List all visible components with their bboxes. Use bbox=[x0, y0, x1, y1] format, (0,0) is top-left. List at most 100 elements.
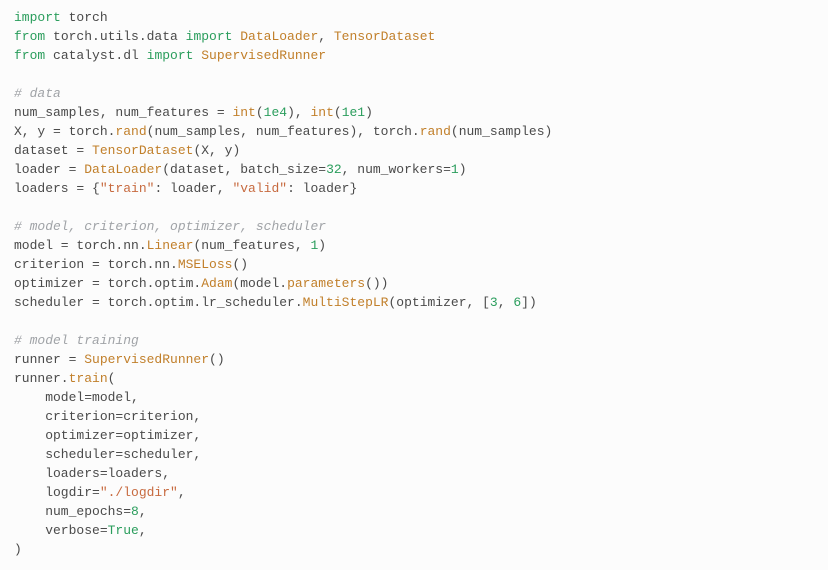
code-line: criterion = torch.nn.MSELoss() bbox=[14, 255, 814, 274]
code-token: (X, y) bbox=[193, 143, 240, 158]
code-token: rand bbox=[115, 124, 146, 139]
code-token: ) bbox=[459, 162, 467, 177]
code-token: Linear bbox=[147, 238, 194, 253]
code-token: 1 bbox=[451, 162, 459, 177]
code-token: ( bbox=[256, 105, 264, 120]
code-token: import bbox=[14, 10, 69, 25]
code-token: MSELoss bbox=[178, 257, 233, 272]
code-token: (optimizer, [ bbox=[388, 295, 489, 310]
code-token: "valid" bbox=[232, 181, 287, 196]
code-token: SupervisedRunner bbox=[201, 48, 326, 63]
code-token: () bbox=[209, 352, 225, 367]
code-token: 6 bbox=[513, 295, 521, 310]
code-line: optimizer=optimizer, bbox=[14, 426, 814, 445]
code-token: True bbox=[108, 523, 139, 538]
code-line bbox=[14, 65, 814, 84]
code-token: ), bbox=[287, 105, 310, 120]
code-line: verbose=True, bbox=[14, 521, 814, 540]
code-token: Adam bbox=[201, 276, 232, 291]
code-block: import torchfrom torch.utils.data import… bbox=[14, 8, 814, 559]
code-token: TensorDataset bbox=[92, 143, 193, 158]
code-token: logdir= bbox=[14, 485, 100, 500]
code-token: , bbox=[139, 504, 147, 519]
code-token: DataLoader bbox=[240, 29, 318, 44]
code-token: ) bbox=[14, 542, 22, 557]
code-line: dataset = TensorDataset(X, y) bbox=[14, 141, 814, 160]
code-token: 8 bbox=[131, 504, 139, 519]
code-token: : loader, bbox=[154, 181, 232, 196]
code-line bbox=[14, 312, 814, 331]
code-token: # data bbox=[14, 86, 61, 101]
code-token: ()) bbox=[365, 276, 388, 291]
code-token: parameters bbox=[287, 276, 365, 291]
code-token: , bbox=[178, 485, 186, 500]
code-line: # model, criterion, optimizer, scheduler bbox=[14, 217, 814, 236]
code-token: loader = bbox=[14, 162, 84, 177]
code-token: "train" bbox=[100, 181, 155, 196]
code-token: rand bbox=[420, 124, 451, 139]
code-token: verbose= bbox=[14, 523, 108, 538]
code-token: int bbox=[232, 105, 255, 120]
code-token: # model, criterion, optimizer, scheduler bbox=[14, 219, 326, 234]
code-line: runner = SupervisedRunner() bbox=[14, 350, 814, 369]
code-token: SupervisedRunner bbox=[84, 352, 209, 367]
code-token: criterion = torch.nn. bbox=[14, 257, 178, 272]
code-line: model = torch.nn.Linear(num_features, 1) bbox=[14, 236, 814, 255]
code-line: # data bbox=[14, 84, 814, 103]
code-line: runner.train( bbox=[14, 369, 814, 388]
code-token: , bbox=[318, 29, 334, 44]
code-line: # model training bbox=[14, 331, 814, 350]
code-token: torch bbox=[69, 10, 108, 25]
code-token: from bbox=[14, 48, 53, 63]
code-line: loaders = {"train": loader, "valid": loa… bbox=[14, 179, 814, 198]
code-token: DataLoader bbox=[84, 162, 162, 177]
code-token: 1e4 bbox=[264, 105, 287, 120]
code-token: torch.utils.data bbox=[53, 29, 186, 44]
code-token: 3 bbox=[490, 295, 498, 310]
code-line: from catalyst.dl import SupervisedRunner bbox=[14, 46, 814, 65]
code-token: (num_features, bbox=[193, 238, 310, 253]
code-line: from torch.utils.data import DataLoader,… bbox=[14, 27, 814, 46]
code-line: import torch bbox=[14, 8, 814, 27]
code-token: ]) bbox=[521, 295, 537, 310]
code-line: X, y = torch.rand(num_samples, num_featu… bbox=[14, 122, 814, 141]
code-token: num_samples, num_features = bbox=[14, 105, 232, 120]
code-token: scheduler = torch.optim.lr_scheduler. bbox=[14, 295, 303, 310]
code-line: num_samples, num_features = int(1e4), in… bbox=[14, 103, 814, 122]
code-token: 32 bbox=[326, 162, 342, 177]
code-token: loaders = { bbox=[14, 181, 100, 196]
code-token: runner. bbox=[14, 371, 69, 386]
code-token: MultiStepLR bbox=[303, 295, 389, 310]
code-line: logdir="./logdir", bbox=[14, 483, 814, 502]
code-token: (num_samples, num_features), torch. bbox=[147, 124, 420, 139]
code-line: ) bbox=[14, 540, 814, 559]
code-token: TensorDataset bbox=[334, 29, 435, 44]
code-token: runner = bbox=[14, 352, 84, 367]
code-token: ) bbox=[318, 238, 326, 253]
code-token: : loader} bbox=[287, 181, 357, 196]
code-token: ( bbox=[334, 105, 342, 120]
code-line: loader = DataLoader(dataset, batch_size=… bbox=[14, 160, 814, 179]
code-token: train bbox=[69, 371, 108, 386]
code-token: loaders=loaders, bbox=[14, 466, 170, 481]
code-token: (dataset, batch_size= bbox=[162, 162, 326, 177]
code-token: model=model, bbox=[14, 390, 139, 405]
code-token: , num_workers= bbox=[342, 162, 451, 177]
code-token: "./logdir" bbox=[100, 485, 178, 500]
code-line bbox=[14, 198, 814, 217]
code-token: scheduler=scheduler, bbox=[14, 447, 201, 462]
code-token: import bbox=[147, 48, 202, 63]
code-token: ) bbox=[365, 105, 373, 120]
code-token: optimizer = torch.optim. bbox=[14, 276, 201, 291]
code-token: criterion=criterion, bbox=[14, 409, 201, 424]
code-token: model = torch.nn. bbox=[14, 238, 147, 253]
code-token: 1e1 bbox=[342, 105, 365, 120]
code-line: scheduler = torch.optim.lr_scheduler.Mul… bbox=[14, 293, 814, 312]
code-token: ( bbox=[108, 371, 116, 386]
code-line: scheduler=scheduler, bbox=[14, 445, 814, 464]
code-token: import bbox=[186, 29, 241, 44]
code-token: int bbox=[310, 105, 333, 120]
code-token: X, y = torch. bbox=[14, 124, 115, 139]
code-line: model=model, bbox=[14, 388, 814, 407]
code-token: () bbox=[232, 257, 248, 272]
